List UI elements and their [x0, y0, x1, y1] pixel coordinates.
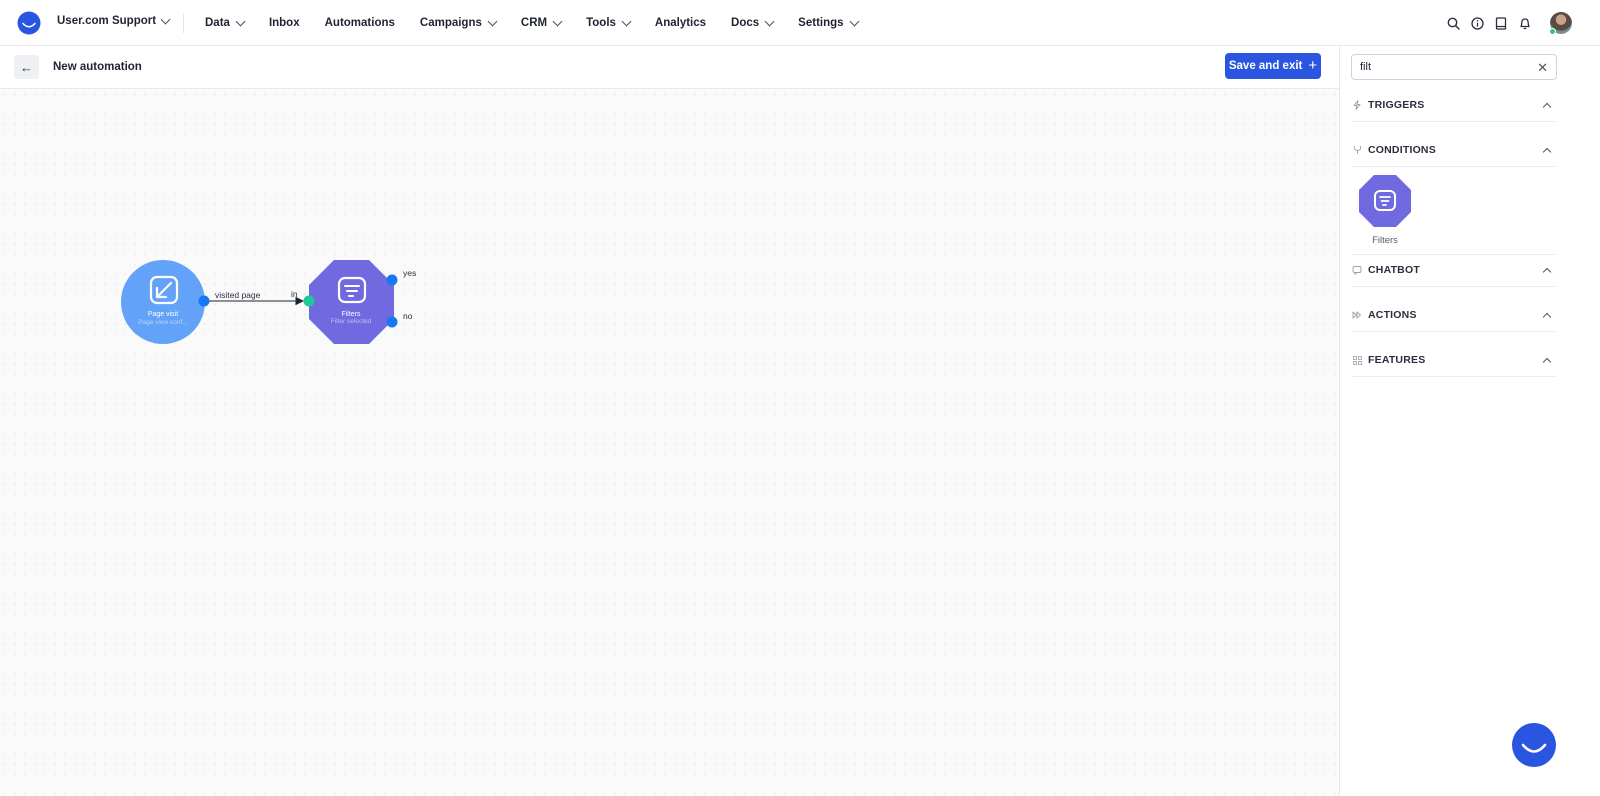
- filters-tile-label: Filters: [1372, 235, 1398, 246]
- no-output-label: no: [403, 311, 413, 321]
- automation-toolbar: ← New automation Save and exit +: [0, 46, 1339, 89]
- section-chatbot: CHATBOT: [1352, 254, 1556, 287]
- main-nav: Data Inbox Automations Campaigns CRM Too…: [205, 0, 883, 46]
- chat-icon: [1352, 265, 1362, 275]
- nav-campaigns[interactable]: Campaigns: [420, 16, 498, 29]
- branch-icon: [1352, 145, 1362, 155]
- info-icon[interactable]: [1470, 16, 1484, 30]
- nav-automations[interactable]: Automations: [325, 17, 395, 29]
- workspace-name: User.com Support: [57, 15, 157, 27]
- bell-icon[interactable]: [1518, 16, 1532, 30]
- chat-widget-button[interactable]: [1512, 723, 1556, 767]
- back-button[interactable]: ←: [14, 55, 39, 79]
- output-port[interactable]: [198, 295, 210, 307]
- nav-crm[interactable]: CRM: [521, 16, 563, 29]
- fast-forward-icon: [1352, 310, 1362, 320]
- filters-node-subtitle: Filter selected: [330, 318, 372, 325]
- chevron-up-icon: [1542, 147, 1552, 156]
- nav-docs[interactable]: Docs: [731, 16, 775, 29]
- bolt-icon: [1352, 100, 1362, 110]
- chevron-down-icon: [487, 16, 498, 26]
- grid-icon: [1352, 355, 1362, 365]
- flow-graph: [121, 260, 398, 344]
- automation-canvas[interactable]: Page visit Page view conf... Filters Fil…: [0, 89, 1339, 796]
- search-input[interactable]: [1360, 61, 1530, 73]
- nav-data[interactable]: Data: [205, 16, 246, 29]
- yes-output-port[interactable]: [386, 274, 398, 286]
- page-visit-subtitle: Page view conf...: [138, 319, 188, 326]
- edge-label: visited page: [215, 290, 261, 300]
- chevron-up-icon: [1542, 312, 1552, 321]
- yes-output-label: yes: [403, 268, 417, 278]
- chevron-down-icon: [764, 16, 775, 26]
- header-actions: [1446, 0, 1600, 46]
- arrow-left-icon: ←: [20, 59, 33, 75]
- section-conditions-header[interactable]: CONDITIONS: [1352, 134, 1556, 166]
- save-and-exit-button[interactable]: Save and exit +: [1225, 53, 1321, 79]
- components-panel: ✕ TRIGGERS CONDITIONS Filters CHATBOT: [1340, 46, 1600, 796]
- filters-node-title: Filters: [341, 311, 361, 318]
- chat-widget-icon: [1521, 743, 1547, 753]
- top-navigation-bar: User.com Support Data Inbox Automations …: [0, 0, 1600, 46]
- chevron-down-icon: [621, 16, 632, 26]
- component-search: ✕: [1351, 54, 1557, 80]
- section-triggers: TRIGGERS: [1352, 89, 1556, 122]
- section-divider: [1352, 166, 1556, 167]
- user-com-logo-icon[interactable]: [17, 11, 41, 35]
- section-triggers-header[interactable]: TRIGGERS: [1352, 89, 1556, 121]
- chevron-down-icon: [552, 16, 563, 26]
- section-features-header[interactable]: FEATURES: [1352, 344, 1556, 376]
- header-divider: [183, 13, 184, 33]
- close-icon[interactable]: ✕: [1537, 60, 1548, 76]
- search-icon[interactable]: [1446, 16, 1460, 30]
- chevron-up-icon: [1542, 267, 1552, 276]
- plus-icon: +: [1308, 57, 1318, 74]
- online-status-dot: [1549, 28, 1556, 35]
- filters-tile-icon: [1359, 175, 1411, 227]
- chevron-down-icon: [160, 14, 171, 24]
- section-actions: ACTIONS: [1352, 299, 1556, 332]
- nav-analytics[interactable]: Analytics: [655, 17, 706, 29]
- filters-component-tile[interactable]: Filters: [1358, 174, 1412, 246]
- chevron-down-icon: [235, 16, 246, 26]
- input-label: in: [291, 289, 298, 299]
- save-and-exit-label: Save and exit: [1228, 60, 1303, 72]
- workspace-switcher[interactable]: User.com Support: [57, 14, 171, 27]
- section-features: FEATURES: [1352, 344, 1556, 377]
- page-visit-title: Page visit: [147, 311, 179, 318]
- chevron-up-icon: [1542, 357, 1552, 366]
- no-output-port[interactable]: [386, 316, 398, 328]
- chevron-down-icon: [849, 16, 859, 26]
- user-avatar[interactable]: [1549, 12, 1572, 35]
- page-title: New automation: [53, 61, 142, 73]
- nav-settings[interactable]: Settings: [798, 16, 859, 29]
- chevron-up-icon: [1542, 102, 1552, 111]
- input-port[interactable]: [303, 295, 315, 307]
- nav-inbox[interactable]: Inbox: [269, 17, 300, 29]
- nav-tools[interactable]: Tools: [586, 16, 632, 29]
- book-icon[interactable]: [1494, 16, 1508, 30]
- section-actions-header[interactable]: ACTIONS: [1352, 299, 1556, 331]
- section-chatbot-header[interactable]: CHATBOT: [1352, 254, 1556, 286]
